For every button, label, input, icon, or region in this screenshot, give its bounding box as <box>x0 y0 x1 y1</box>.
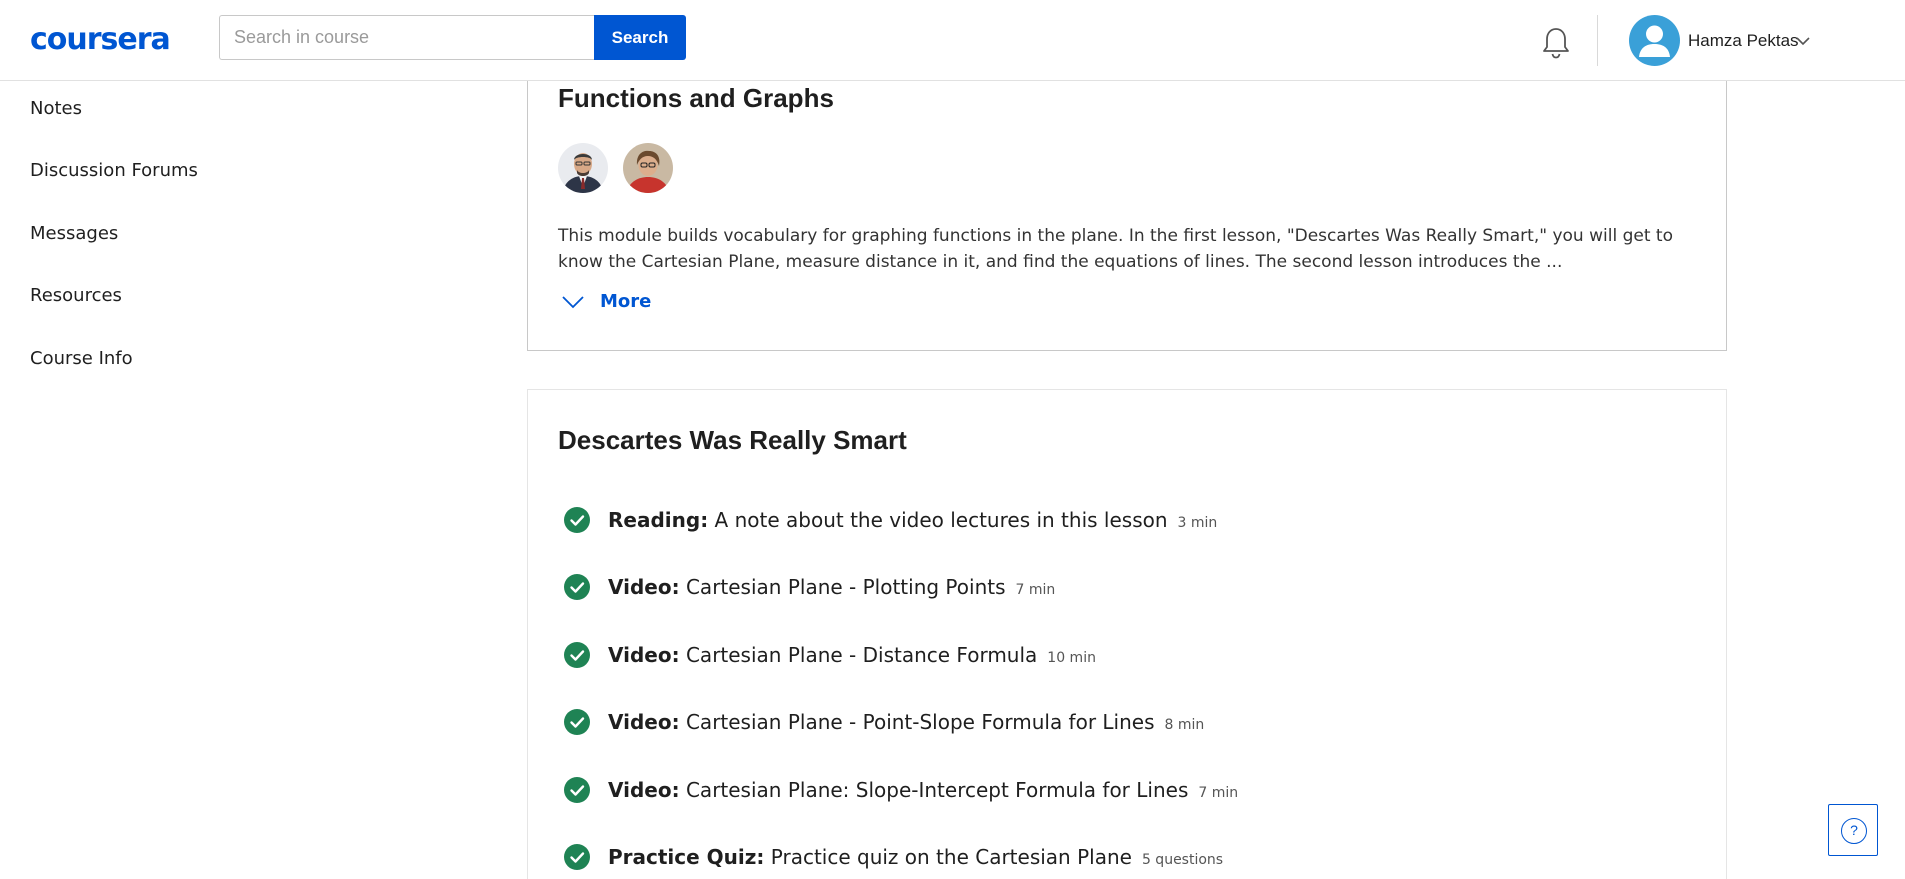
avatar[interactable] <box>1629 15 1680 66</box>
user-icon <box>1639 25 1670 57</box>
instructor-avatar[interactable] <box>558 143 608 193</box>
sidebar-item-discussion-forums[interactable]: Discussion Forums <box>30 160 198 181</box>
item-duration: 8 min <box>1164 717 1205 733</box>
lesson-card: Descartes Was Really Smart Reading: A no… <box>527 389 1727 879</box>
item-type: Video: <box>608 778 680 802</box>
item-name: Cartesian Plane - Distance Formula <box>685 643 1038 667</box>
item-type: Practice Quiz: <box>608 845 765 869</box>
checkmark-icon <box>564 777 590 803</box>
help-button[interactable]: ? <box>1828 804 1878 856</box>
top-header: coursera Search Hamza Pektas <box>0 0 1905 81</box>
checkmark-icon <box>564 642 590 668</box>
chevron-down-icon <box>562 295 584 309</box>
module-title: Functions and Graphs <box>558 83 834 113</box>
item-type: Video: <box>608 643 680 667</box>
item-name: Cartesian Plane - Plotting Points <box>685 575 1006 599</box>
sidebar-item-resources[interactable]: Resources <box>30 285 122 306</box>
page-scrollbar[interactable] <box>1890 81 1905 879</box>
search-button[interactable]: Search <box>594 15 686 60</box>
item-duration: 10 min <box>1047 650 1096 666</box>
user-name[interactable]: Hamza Pektas <box>1688 30 1799 52</box>
search-input[interactable] <box>219 15 595 60</box>
item-duration: 3 min <box>1177 515 1218 531</box>
sidebar-item-messages[interactable]: Messages <box>30 223 118 244</box>
coursera-logo[interactable]: coursera <box>30 22 171 58</box>
help-icon: ? <box>1841 818 1867 844</box>
bell-icon[interactable] <box>1540 26 1572 60</box>
item-type: Video: <box>608 710 680 734</box>
item-type: Reading: <box>608 508 709 532</box>
instructor-avatar[interactable] <box>623 143 673 193</box>
item-duration: 7 min <box>1198 785 1239 801</box>
more-label: More <box>600 291 652 312</box>
item-duration: 7 min <box>1015 582 1056 598</box>
header-divider <box>1597 15 1598 66</box>
checkmark-icon <box>564 574 590 600</box>
module-card: Functions and Graphs This module builds … <box>527 60 1727 351</box>
item-name: Practice quiz on the Cartesian Plane <box>770 845 1132 869</box>
item-type: Video: <box>608 575 680 599</box>
sidebar-item-notes[interactable]: Notes <box>30 98 82 119</box>
sidebar-item-course-info[interactable]: Course Info <box>30 348 133 369</box>
chevron-down-icon[interactable] <box>1795 34 1811 46</box>
checkmark-icon <box>564 844 590 870</box>
item-name: Cartesian Plane - Point-Slope Formula fo… <box>685 710 1155 734</box>
item-name: A note about the video lectures in this … <box>714 508 1168 532</box>
lesson-title: Descartes Was Really Smart <box>558 425 907 455</box>
checkmark-icon <box>564 709 590 735</box>
item-duration: 5 questions <box>1141 852 1224 868</box>
item-name: Cartesian Plane: Slope-Intercept Formula… <box>685 778 1189 802</box>
checkmark-icon <box>564 507 590 533</box>
module-description: This module builds vocabulary for graphi… <box>558 226 1673 272</box>
